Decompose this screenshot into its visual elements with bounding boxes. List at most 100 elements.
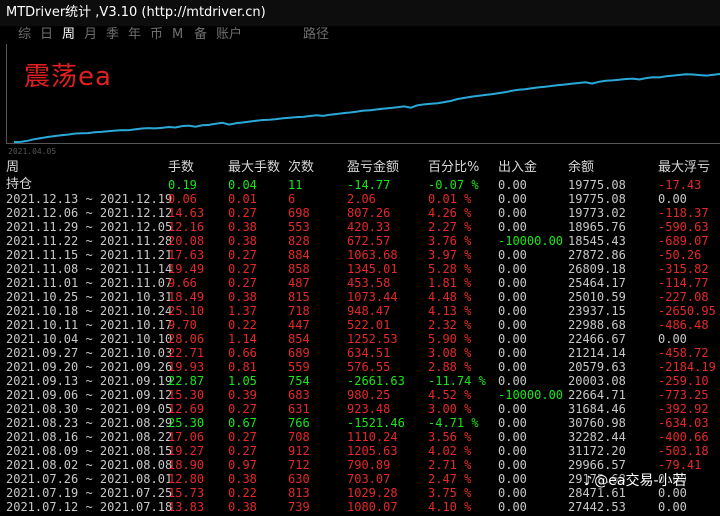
cell-pct: 5.28 %: [428, 262, 472, 276]
cell-max_lots: 0.66: [228, 346, 257, 360]
menu-item-4[interactable]: 季: [106, 26, 119, 44]
menu-item-7[interactable]: M: [172, 26, 183, 44]
cell-lots: 19.49: [168, 262, 205, 276]
cell-balance: 31172.20: [568, 444, 626, 458]
cell-pct: 4.13 %: [428, 304, 472, 318]
cell-lots: 0.06: [168, 192, 197, 206]
cell-period: 2021.10.18 ~ 2021.10.24: [6, 304, 173, 318]
cell-balance: 18965.76: [568, 220, 626, 234]
cell-max_dd: -2650.95: [658, 304, 716, 318]
cell-max_lots: 0.27: [228, 248, 257, 262]
cell-max_dd: -17.43: [658, 178, 702, 192]
menu-item-8[interactable]: 备: [194, 26, 207, 44]
cell-count: 815: [288, 290, 310, 304]
cell-pct: 3.00 %: [428, 402, 472, 416]
cell-balance: 20579.63: [568, 360, 626, 374]
cell-max_dd: -50.26: [658, 248, 702, 262]
cell-pnl: 634.51: [347, 346, 391, 360]
column-header-0[interactable]: 周: [6, 161, 19, 175]
menu-item-10[interactable]: 路径: [303, 26, 329, 44]
cell-pnl: 1205.63: [347, 444, 398, 458]
cell-io: 0.00: [498, 374, 527, 388]
cell-pct: 4.02 %: [428, 444, 472, 458]
column-header-2[interactable]: 最大手数: [228, 161, 280, 175]
watermark-text: @ea交易-小若: [594, 473, 687, 489]
cell-lots: 12.69: [168, 402, 205, 416]
cell-count: 884: [288, 248, 310, 262]
cell-pct: 3.76 %: [428, 234, 472, 248]
cell-count: 858: [288, 262, 310, 276]
cell-pct: 3.08 %: [428, 346, 472, 360]
cell-pct: 2.27 %: [428, 220, 472, 234]
period-menu: 综日周月季年币 M 备账户 路径: [0, 26, 720, 44]
cell-io: 0.00: [498, 178, 527, 192]
cell-count: 631: [288, 402, 310, 416]
stats-table: 周 手数 最大手数 次数 盈亏金额 百分比% 出入金 余额 最大浮亏 持仓 0.19 0.04 11 -1…: [0, 160, 720, 516]
cell-count: 487: [288, 276, 310, 290]
cell-lots: 0.19: [168, 178, 197, 192]
cell-io: 0.00: [498, 402, 527, 416]
cell-pct: 4.52 %: [428, 388, 472, 402]
cell-max_lots: 0.67: [228, 416, 257, 430]
cell-lots: 17.06: [168, 430, 205, 444]
cell-period: 2021.11.29 ~ 2021.12.05: [6, 220, 173, 234]
douyin-note-icon: ♪: [584, 474, 593, 489]
cell-pnl: 1073.44: [347, 290, 398, 304]
cell-period: 2021.09.27 ~ 2021.10.03: [6, 346, 173, 360]
cell-io: 0.00: [498, 332, 527, 346]
column-header-7[interactable]: 余额: [568, 161, 594, 175]
cell-pnl: 522.01: [347, 318, 391, 332]
cell-period: 2021.11.01 ~ 2021.11.07: [6, 276, 173, 290]
cell-period: 2021.12.13 ~ 2021.12.19: [6, 192, 173, 206]
cell-pct: 2.47 %: [428, 472, 472, 486]
cell-balance: 22988.68: [568, 318, 626, 332]
cell-pnl: -14.77: [347, 178, 391, 192]
cell-io: 0.00: [498, 416, 527, 430]
column-header-8[interactable]: 最大浮亏: [658, 161, 710, 175]
cell-pnl: 807.26: [347, 206, 391, 220]
menu-item-3[interactable]: 月: [84, 26, 97, 44]
cell-lots: 14.63: [168, 206, 205, 220]
column-header-4[interactable]: 盈亏金额: [347, 161, 399, 175]
column-header-5[interactable]: 百分比%: [428, 161, 479, 175]
cell-pct: 5.90 %: [428, 332, 472, 346]
cell-balance: 32282.44: [568, 430, 626, 444]
cell-count: 708: [288, 430, 310, 444]
cell-lots: 18.49: [168, 290, 205, 304]
column-header-1[interactable]: 手数: [168, 161, 194, 175]
cell-balance: 30760.98: [568, 416, 626, 430]
menu-item-2[interactable]: 周: [62, 26, 75, 44]
column-header-6[interactable]: 出入金: [498, 161, 537, 175]
cell-max_lots: 0.27: [228, 430, 257, 444]
cell-period: 2021.10.11 ~ 2021.10.17: [6, 318, 173, 332]
column-header-3[interactable]: 次数: [288, 161, 314, 175]
cell-pct: -4.71 %: [428, 416, 479, 430]
cell-io: 0.00: [498, 304, 527, 318]
cell-pnl: 2.06: [347, 192, 376, 206]
cell-count: 559: [288, 360, 310, 374]
cell-count: 683: [288, 388, 310, 402]
cell-count: 854: [288, 332, 310, 346]
cell-max_dd: -392.92: [658, 402, 709, 416]
menu-item-1[interactable]: 日: [40, 26, 53, 44]
cell-lots: 17.63: [168, 248, 205, 262]
cell-pnl: 672.57: [347, 234, 391, 248]
cell-balance: 23937.15: [568, 304, 626, 318]
cell-period: 2021.09.13 ~ 2021.09.19: [6, 374, 173, 388]
menu-item-6[interactable]: 币: [150, 26, 163, 44]
cell-max_lots: 1.14: [228, 332, 257, 346]
cell-count: 766: [288, 416, 310, 430]
cell-io: 0.00: [498, 318, 527, 332]
cell-count: 689: [288, 346, 310, 360]
menu-item-5[interactable]: 年: [128, 26, 141, 44]
cell-io: 0.00: [498, 290, 527, 304]
cell-max_lots: 0.38: [228, 234, 257, 248]
cell-max_lots: 0.22: [228, 318, 257, 332]
cell-pct: 3.97 %: [428, 248, 472, 262]
cell-count: 828: [288, 234, 310, 248]
menu-item-0[interactable]: 综: [18, 26, 31, 44]
cell-pnl: 1063.68: [347, 248, 398, 262]
menu-item-9[interactable]: 账户: [216, 26, 242, 44]
cell-max_lots: 0.27: [228, 444, 257, 458]
cell-io: 0.00: [498, 220, 527, 234]
